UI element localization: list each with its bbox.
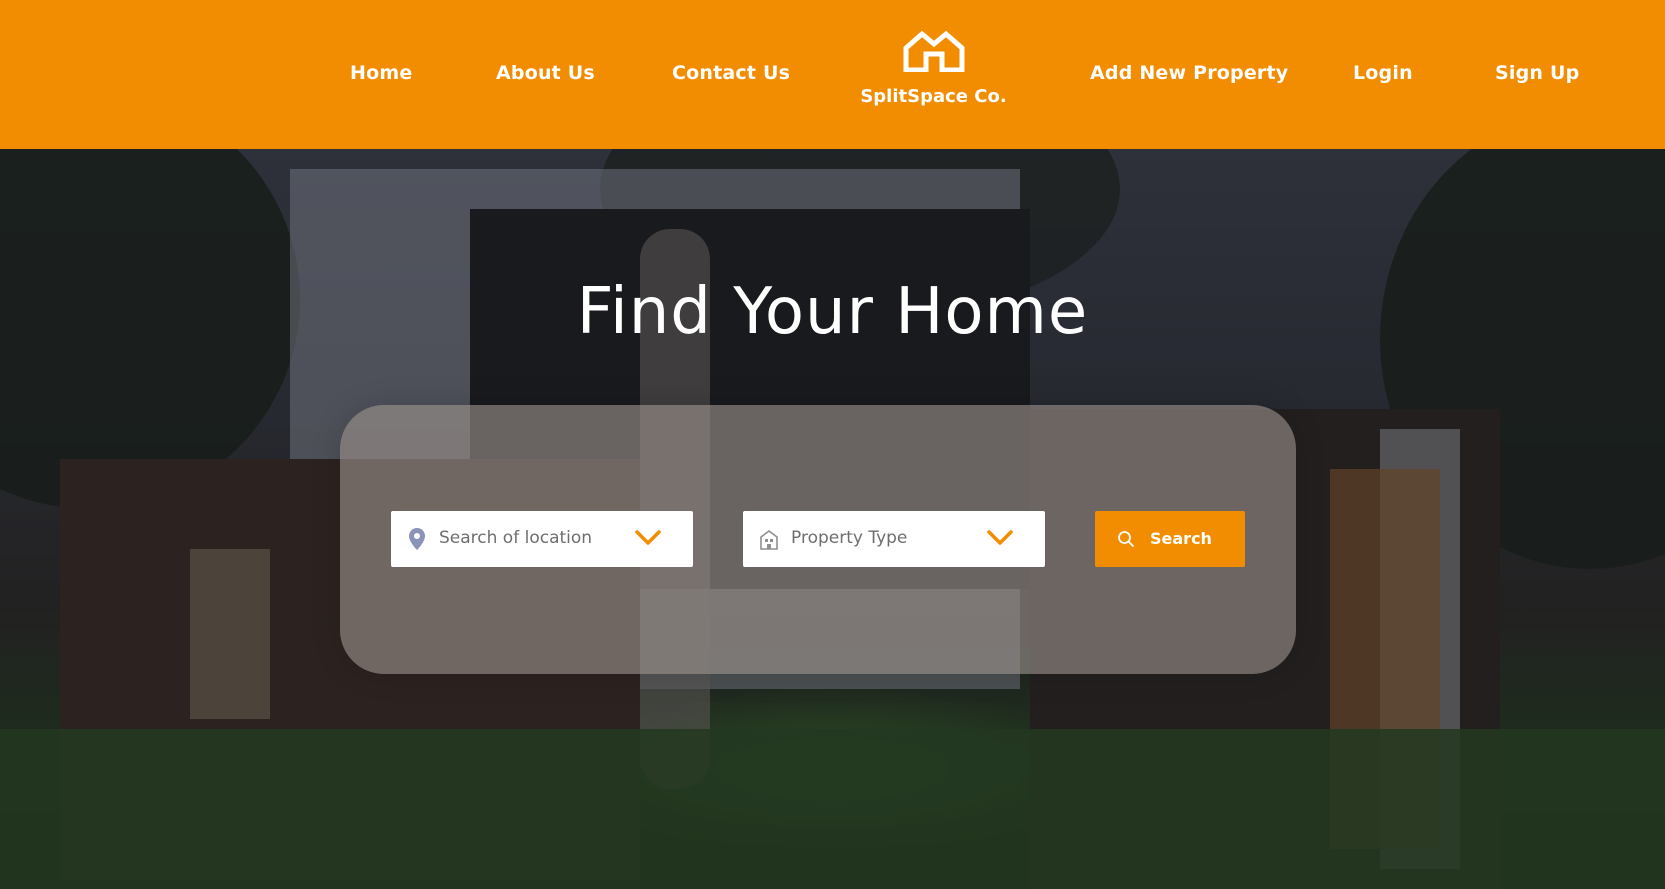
logo-text: SplitSpace Co. [860,86,1007,107]
search-button[interactable]: Search [1095,511,1245,567]
nav-contact-link[interactable]: Contact Us [672,62,790,84]
nav-signup-link[interactable]: Sign Up [1495,62,1579,84]
building-icon [760,530,778,550]
hero-title: Find Your Home [576,275,1089,349]
chevron-down-icon [987,530,1013,545]
nav-home-link[interactable]: Home [350,62,412,84]
map-pin-icon [409,528,425,550]
search-icon [1118,531,1134,547]
nav-add-property-link[interactable]: Add New Property [1090,62,1288,84]
search-panel: Search of location Property Type Search [340,405,1296,674]
site-header: Home About Us Contact Us SplitSpace Co. … [0,0,1665,149]
page: Home About Us Contact Us SplitSpace Co. … [0,0,1665,889]
search-button-label: Search [1150,529,1212,548]
chevron-down-icon [635,530,661,545]
nav-about-link[interactable]: About Us [496,62,595,84]
property-type-select[interactable]: Property Type [743,511,1045,567]
property-type-placeholder: Property Type [791,528,908,548]
nav-login-link[interactable]: Login [1353,62,1413,84]
house-outline-icon [903,30,964,72]
location-placeholder: Search of location [439,528,593,548]
location-select[interactable]: Search of location [391,511,693,567]
logo[interactable]: SplitSpace Co. [855,30,1012,120]
hero-section: Find Your Home Search of location Proper… [0,149,1665,889]
